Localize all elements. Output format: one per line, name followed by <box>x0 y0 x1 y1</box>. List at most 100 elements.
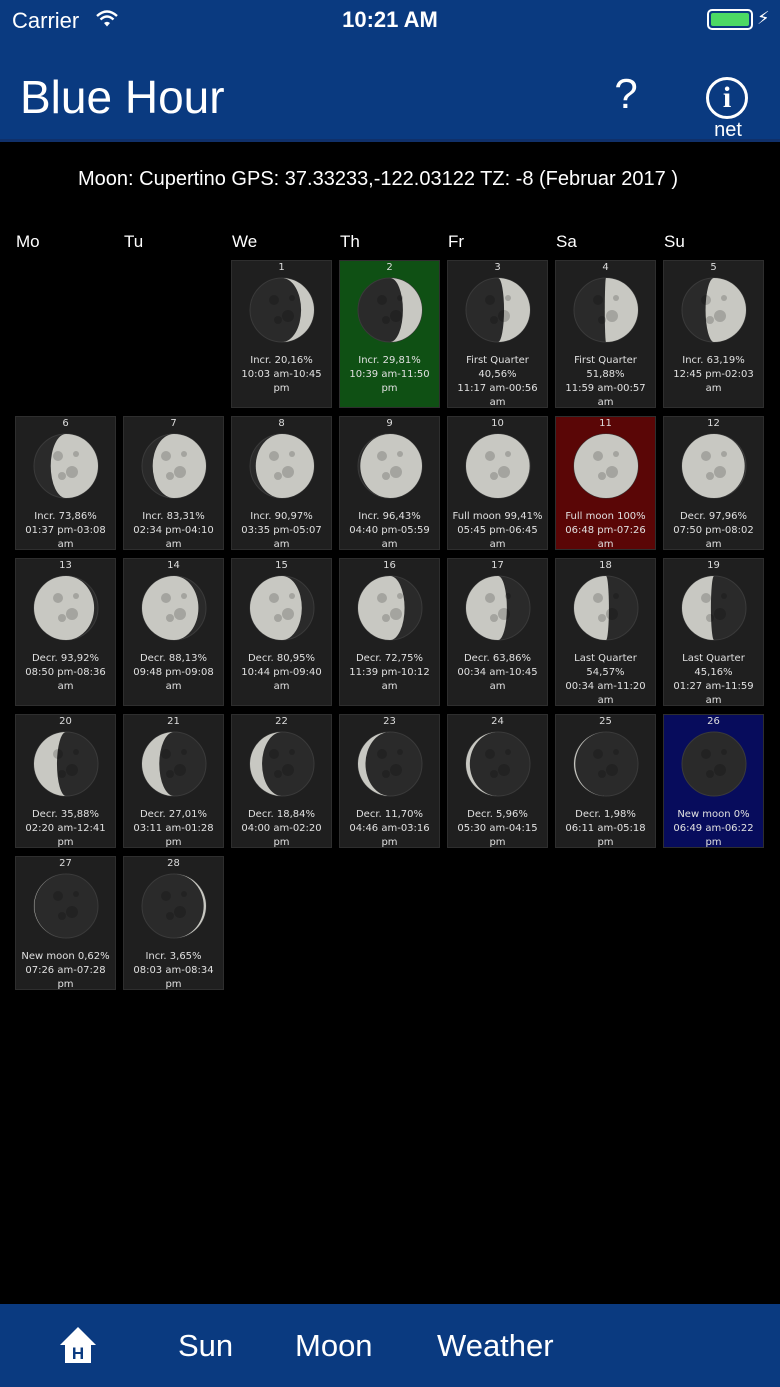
moon-info-text: Incr. 29,81% 10:39 am-11:50 pm <box>349 355 430 394</box>
moon-phase-icon <box>573 433 639 499</box>
day-cell-11[interactable]: 11 Full moon 100% 06:48 pm-07:26 am <box>555 416 656 550</box>
weekday-label: We <box>232 232 258 251</box>
svg-text:H: H <box>72 1344 84 1363</box>
day-cell-8[interactable]: 8 Incr. 90,97% 03:35 pm-05:07 am <box>231 416 332 550</box>
day-cell-2[interactable]: 2 Incr. 29,81% 10:39 am-11:50 pm <box>339 260 440 408</box>
moon-phase-icon <box>465 277 531 343</box>
nav-bar: Blue Hour ? i net <box>0 40 780 142</box>
day-number: 20 <box>59 716 72 727</box>
day-cell-10[interactable]: 10 Full moon 99,41% 05:45 pm-06:45 am <box>447 416 548 550</box>
moon-info-text: Incr. 73,86% 01:37 pm-03:08 am <box>25 511 106 550</box>
moon-info-text: Decr. 35,88% 02:20 am-12:41 pm <box>25 809 106 848</box>
moon-info-text: New moon 0,62% 07:26 am-07:28 pm <box>21 951 110 990</box>
day-number: 28 <box>167 858 180 869</box>
day-number: 11 <box>599 418 612 429</box>
moon-info-text: Decr. 72,75% 11:39 pm-10:12 am <box>349 653 430 692</box>
moon-info-text: First Quarter 40,56% 11:17 am-00:56 am <box>457 355 538 408</box>
charging-icon: ⚡ <box>757 8 770 28</box>
day-number: 26 <box>707 716 720 727</box>
moon-phase-icon <box>141 575 207 641</box>
help-button[interactable]: ? <box>606 70 646 120</box>
day-cell-21[interactable]: 21 Decr. 27,01% 03:11 am-01:28 pm <box>123 714 224 848</box>
day-number: 5 <box>710 262 717 273</box>
moon-info-text: Incr. 63,19% 12:45 pm-02:03 am <box>673 355 754 394</box>
moon-phase-icon <box>141 433 207 499</box>
home-icon[interactable]: H <box>58 1324 98 1366</box>
day-cell-22[interactable]: 22 Decr. 18,84% 04:00 am-02:20 pm <box>231 714 332 848</box>
moon-info-text: Decr. 88,13% 09:48 pm-09:08 am <box>133 653 214 692</box>
moon-info-text: Incr. 20,16% 10:03 am-10:45 pm <box>241 355 322 394</box>
tab-sun[interactable]: Sun <box>178 1328 233 1364</box>
moon-info-text: Incr. 83,31% 02:34 pm-04:10 am <box>133 511 214 550</box>
day-cell-15[interactable]: 15 Decr. 80,95% 10:44 pm-09:40 am <box>231 558 332 706</box>
moon-phase-icon <box>33 575 99 641</box>
day-cell-13[interactable]: 13 Decr. 93,92% 08:50 pm-08:36 am <box>15 558 116 706</box>
moon-info-text: Incr. 90,97% 03:35 pm-05:07 am <box>241 511 322 550</box>
day-cell-26[interactable]: 26 New moon 0% 06:49 am-06:22 pm <box>663 714 764 848</box>
weekday-label: Su <box>664 232 685 251</box>
day-cell-6[interactable]: 6 Incr. 73,86% 01:37 pm-03:08 am <box>15 416 116 550</box>
moon-info-text: Incr. 3,65% 08:03 am-08:34 pm <box>133 951 214 990</box>
day-cell-9[interactable]: 9 Incr. 96,43% 04:40 pm-05:59 am <box>339 416 440 550</box>
day-number: 15 <box>275 560 288 571</box>
moon-phase-icon <box>357 575 423 641</box>
moon-info-text: Full moon 100% 06:48 pm-07:26 am <box>565 511 646 550</box>
moon-info-text: Last Quarter 45,16% 01:27 am-11:59 am <box>673 653 754 706</box>
day-number: 9 <box>386 418 393 429</box>
moon-info-text: Decr. 5,96% 05:30 am-04:15 pm <box>457 809 538 848</box>
day-number: 2 <box>386 262 393 273</box>
moon-info-text: Decr. 11,70% 04:46 am-03:16 pm <box>349 809 430 848</box>
tab-weather[interactable]: Weather <box>437 1328 554 1364</box>
moon-info-text: New moon 0% 06:49 am-06:22 pm <box>673 809 754 848</box>
day-cell-16[interactable]: 16 Decr. 72,75% 11:39 pm-10:12 am <box>339 558 440 706</box>
day-cell-24[interactable]: 24 Decr. 5,96% 05:30 am-04:15 pm <box>447 714 548 848</box>
moon-phase-icon <box>681 575 747 641</box>
moon-phase-icon <box>573 575 639 641</box>
moon-phase-icon <box>465 731 531 797</box>
day-number: 13 <box>59 560 72 571</box>
day-number: 12 <box>707 418 720 429</box>
day-cell-12[interactable]: 12 Decr. 97,96% 07:50 pm-08:02 am <box>663 416 764 550</box>
moon-phase-icon <box>573 277 639 343</box>
day-number: 6 <box>62 418 69 429</box>
info-caption[interactable]: net <box>700 119 756 142</box>
day-cell-28[interactable]: 28 Incr. 3,65% 08:03 am-08:34 pm <box>123 856 224 990</box>
moon-phase-icon <box>249 277 315 343</box>
moon-phase-icon <box>33 433 99 499</box>
moon-info-text: Decr. 63,86% 00:34 am-10:45 am <box>457 653 538 692</box>
battery-icon <box>707 9 753 30</box>
day-cell-5[interactable]: 5 Incr. 63,19% 12:45 pm-02:03 am <box>663 260 764 408</box>
day-cell-17[interactable]: 17 Decr. 63,86% 00:34 am-10:45 am <box>447 558 548 706</box>
day-cell-14[interactable]: 14 Decr. 88,13% 09:48 pm-09:08 am <box>123 558 224 706</box>
moon-phase-icon <box>141 731 207 797</box>
day-number: 10 <box>491 418 504 429</box>
day-cell-4[interactable]: 4 First Quarter 51,88% 11:59 am-00:57 am <box>555 260 656 408</box>
moon-phase-icon <box>141 873 207 939</box>
tab-moon[interactable]: Moon <box>295 1328 373 1364</box>
day-cell-18[interactable]: 18 Last Quarter 54,57% 00:34 am-11:20 am <box>555 558 656 706</box>
info-icon[interactable]: i <box>706 77 748 119</box>
moon-phase-icon <box>681 731 747 797</box>
day-cell-1[interactable]: 1 Incr. 20,16% 10:03 am-10:45 pm <box>231 260 332 408</box>
moon-phase-icon <box>33 873 99 939</box>
moon-info-text: Decr. 27,01% 03:11 am-01:28 pm <box>133 809 214 848</box>
moon-phase-icon <box>357 277 423 343</box>
moon-phase-icon <box>357 433 423 499</box>
weekday-label: Tu <box>124 232 144 251</box>
moon-phase-icon <box>465 433 531 499</box>
moon-info-text: Full moon 99,41% 05:45 pm-06:45 am <box>452 511 543 550</box>
day-cell-7[interactable]: 7 Incr. 83,31% 02:34 pm-04:10 am <box>123 416 224 550</box>
day-cell-20[interactable]: 20 Decr. 35,88% 02:20 am-12:41 pm <box>15 714 116 848</box>
day-cell-27[interactable]: 27 New moon 0,62% 07:26 am-07:28 pm <box>15 856 116 990</box>
status-bar: Carrier 10:21 AM ⚡ <box>0 0 780 40</box>
weekday-label: Sa <box>556 232 577 251</box>
weekday-label: Mo <box>16 232 40 251</box>
calendar-header: Moon: Cupertino GPS: 37.33233,-122.03122… <box>78 168 678 190</box>
day-cell-23[interactable]: 23 Decr. 11,70% 04:46 am-03:16 pm <box>339 714 440 848</box>
day-cell-3[interactable]: 3 First Quarter 40,56% 11:17 am-00:56 am <box>447 260 548 408</box>
weekday-label: Th <box>340 232 360 251</box>
day-cell-25[interactable]: 25 Decr. 1,98% 06:11 am-05:18 pm <box>555 714 656 848</box>
day-number: 19 <box>707 560 720 571</box>
day-cell-19[interactable]: 19 Last Quarter 45,16% 01:27 am-11:59 am <box>663 558 764 706</box>
day-number: 14 <box>167 560 180 571</box>
